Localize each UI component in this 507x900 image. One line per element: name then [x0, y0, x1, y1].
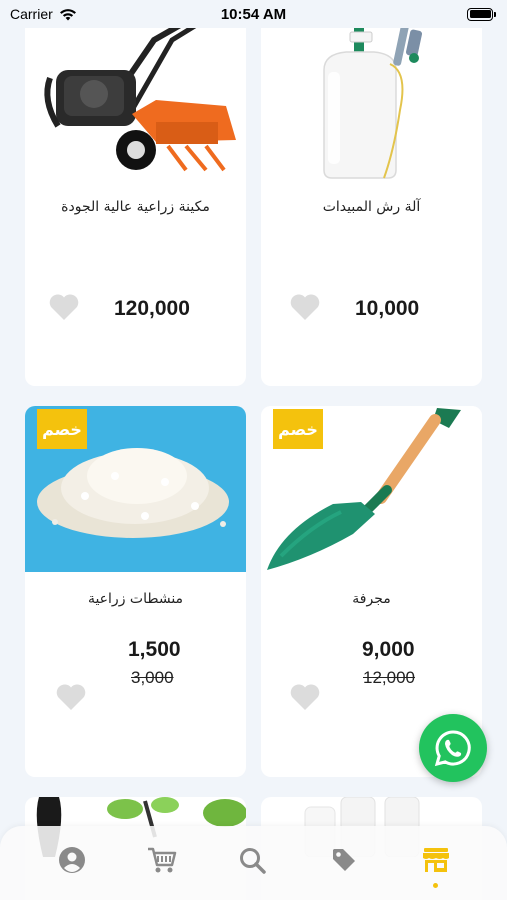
battery-icon: [467, 7, 496, 21]
product-price: 10,000: [355, 297, 420, 320]
wifi-icon: [59, 8, 76, 20]
tab-cart[interactable]: [146, 844, 178, 876]
active-tab-indicator: [433, 883, 438, 888]
discount-badge: خصم: [273, 409, 323, 449]
heart-icon[interactable]: [48, 292, 80, 322]
tab-offers[interactable]: [328, 844, 360, 876]
whatsapp-icon: [434, 730, 471, 767]
product-title: منشطات زراعية: [87, 591, 184, 607]
discount-badge: خصم: [37, 409, 87, 449]
product-old-price: 12,000: [363, 668, 415, 687]
product-title: آلة رش المبيدات: [322, 199, 421, 215]
product-card-fertilizer[interactable]: خصم منشطات زراعية 1,500 3,000: [25, 406, 246, 777]
tab-profile[interactable]: [56, 844, 88, 876]
carrier-label: Carrier: [10, 6, 53, 22]
profile-icon: [59, 847, 85, 873]
product-card-sprayer[interactable]: آلة رش المبيدات 10,000: [261, 0, 482, 386]
status-bar: Carrier 10:54 AM: [0, 0, 507, 28]
tag-icon: [333, 849, 355, 871]
product-title: مكينة زراعية عالية الجودة: [61, 199, 210, 215]
cart-icon: [148, 847, 177, 873]
product-price: 1,500: [128, 638, 181, 661]
product-title: مجرفة: [352, 591, 391, 607]
product-price: 120,000: [114, 297, 190, 320]
whatsapp-button[interactable]: [419, 714, 487, 782]
pesticide-sprayer-image: [261, 10, 482, 182]
store-icon: [423, 848, 449, 872]
product-price: 9,000: [362, 638, 415, 661]
search-icon: [240, 848, 266, 874]
product-card-tiller[interactable]: مكينة زراعية عالية الجودة 120,000: [25, 0, 246, 386]
status-left: Carrier: [10, 6, 77, 22]
tab-store[interactable]: [420, 844, 452, 876]
bottom-tab-bar: [0, 826, 507, 900]
heart-icon[interactable]: [55, 682, 87, 712]
heart-icon[interactable]: [289, 682, 321, 712]
tiller-machine-image: [25, 10, 246, 182]
heart-icon[interactable]: [289, 292, 321, 322]
tab-search[interactable]: [236, 844, 268, 876]
product-old-price: 3,000: [131, 668, 174, 687]
